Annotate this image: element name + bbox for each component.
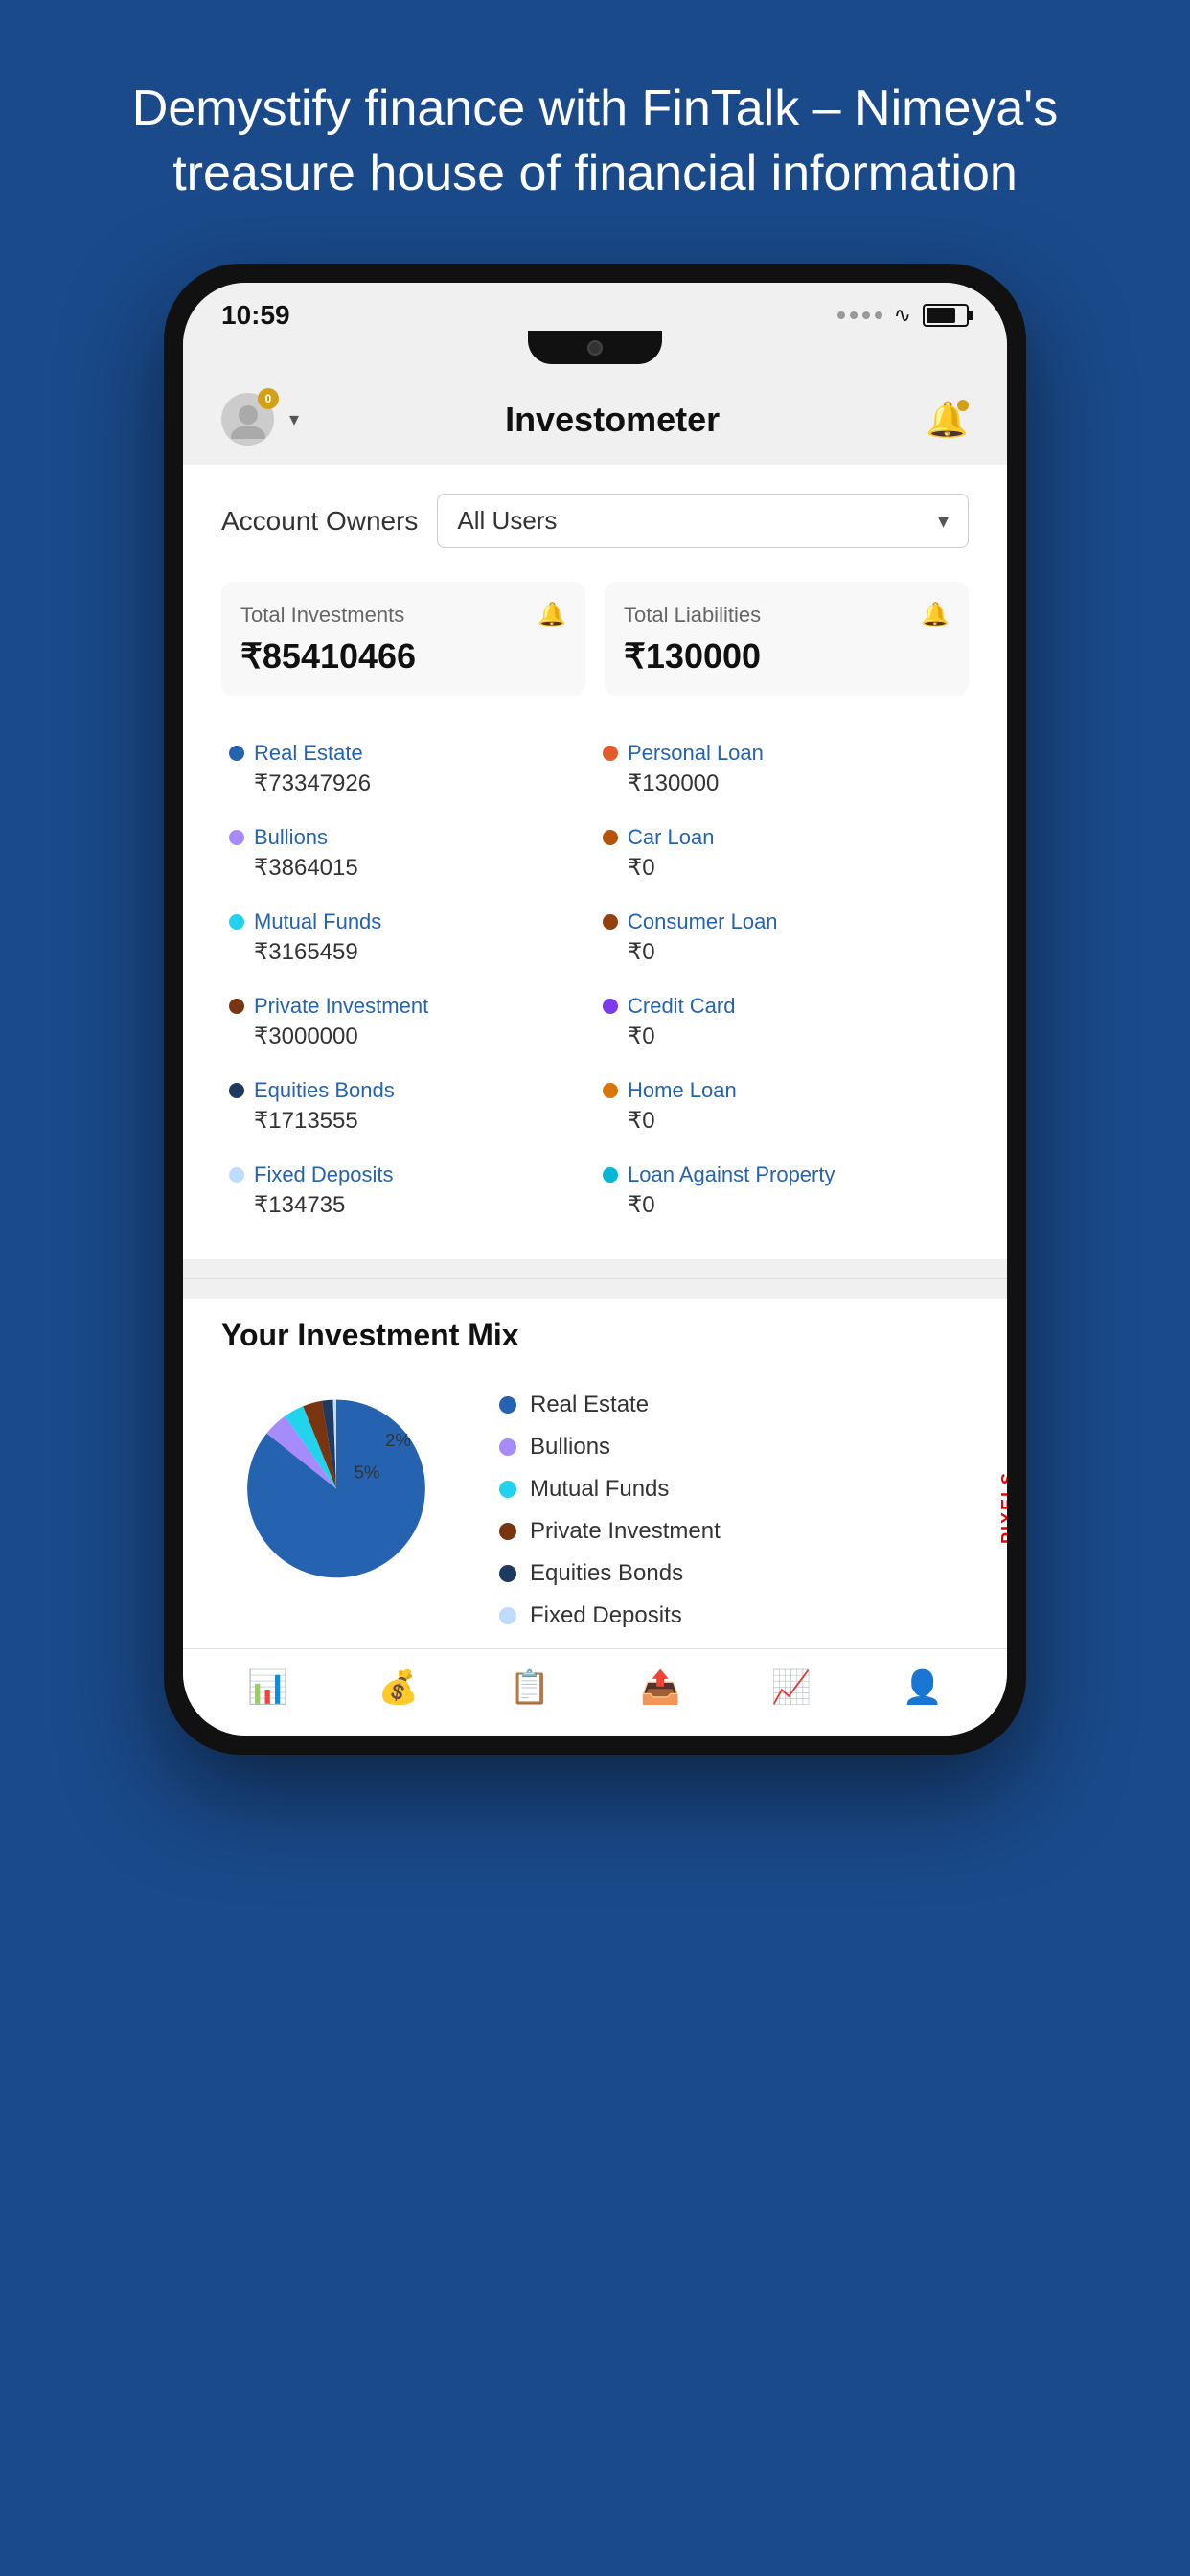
nav-item-upload[interactable]: 📤 — [640, 1668, 680, 1707]
legend-label: Real Estate — [530, 1392, 649, 1418]
legend-dot — [499, 1523, 516, 1540]
avatar[interactable]: 0 — [221, 393, 274, 446]
bottom-nav: 📊 💰 📋 📤 📈 👤 — [183, 1648, 1007, 1736]
legend-label: Mutual Funds — [530, 1476, 669, 1503]
analytics-nav-icon: 📈 — [771, 1668, 812, 1707]
investment-item[interactable]: Real Estate ₹73347926 — [221, 729, 595, 809]
chevron-down-icon[interactable]: ▾ — [289, 407, 299, 431]
investment-item[interactable]: Private Investment ₹3000000 — [221, 982, 595, 1062]
account-owners-row: Account Owners All Users ▾ — [221, 494, 969, 548]
status-time: 10:59 — [221, 300, 290, 331]
liability-item[interactable]: Home Loan ₹0 — [595, 1067, 969, 1146]
legend-container: Real Estate Bullions Mutual Funds Privat… — [499, 1382, 969, 1629]
legend-label: Fixed Deposits — [530, 1602, 682, 1629]
avatar-badge: 0 — [258, 388, 279, 409]
notification-dot — [957, 400, 969, 411]
totals-row: Total Investments 🔔 ₹85410466 Total Liab… — [221, 582, 969, 696]
liability-item[interactable]: Personal Loan ₹130000 — [595, 729, 969, 809]
nav-item-investments[interactable]: 💰 — [378, 1668, 419, 1707]
liability-item[interactable]: Credit Card ₹0 — [595, 982, 969, 1062]
legend-item: Fixed Deposits — [499, 1602, 969, 1629]
items-grid: Real Estate ₹73347926 Bullions ₹3864015 … — [221, 729, 969, 1230]
legend-label: Private Investment — [530, 1518, 721, 1545]
pie-chart: 2%5% — [221, 1382, 451, 1506]
investments-bell-icon[interactable]: 🔔 — [538, 601, 566, 629]
dropdown-arrow-icon: ▾ — [938, 509, 949, 534]
reports-nav-icon: 📋 — [509, 1668, 549, 1707]
section-divider — [183, 1278, 1007, 1279]
notification-bell-icon[interactable]: 🔔 — [926, 400, 969, 440]
phone-screen: 10:59 ∿ — [183, 283, 1007, 1736]
wifi-icon: ∿ — [894, 303, 911, 328]
svg-text:2%: 2% — [385, 1430, 411, 1450]
legend-dot — [499, 1396, 516, 1414]
nav-item-analytics[interactable]: 📈 — [771, 1668, 812, 1707]
header-left[interactable]: 0 ▾ — [221, 393, 299, 446]
nav-item-dashboard[interactable]: 📊 — [247, 1668, 287, 1707]
legend-item: Mutual Funds — [499, 1476, 969, 1503]
app-title: Investometer — [299, 400, 926, 440]
legend-dot — [499, 1481, 516, 1498]
camera — [587, 340, 603, 356]
investment-item[interactable]: Bullions ₹3864015 — [221, 814, 595, 893]
legend-dot — [499, 1565, 516, 1582]
legend-dot — [499, 1438, 516, 1456]
app-header: 0 ▾ Investometer 🔔 — [183, 374, 1007, 465]
investment-item[interactable]: Fixed Deposits ₹134735 — [221, 1151, 595, 1230]
total-investments-label: Total Investments — [240, 603, 404, 628]
investment-mix-title: Your Investment Mix — [221, 1318, 969, 1353]
battery-icon — [923, 304, 969, 327]
liabilities-bell-icon[interactable]: 🔔 — [921, 601, 950, 629]
status-bar: 10:59 ∿ — [183, 283, 1007, 331]
signal-icon — [837, 311, 882, 319]
nav-item-reports[interactable]: 📋 — [509, 1668, 549, 1707]
legend-dot — [499, 1607, 516, 1624]
liability-item[interactable]: Car Loan ₹0 — [595, 814, 969, 893]
legend-label: Equities Bonds — [530, 1560, 683, 1587]
legend-label: Bullions — [530, 1434, 610, 1460]
legend-item: Private Investment — [499, 1518, 969, 1545]
all-users-dropdown[interactable]: All Users ▾ — [437, 494, 969, 548]
total-liabilities-label: Total Liabilities — [624, 603, 761, 628]
notch — [183, 331, 1007, 374]
nav-item-profile[interactable]: 👤 — [902, 1668, 942, 1707]
account-owners-label: Account Owners — [221, 506, 418, 537]
profile-nav-icon: 👤 — [902, 1668, 942, 1707]
all-users-value: All Users — [457, 506, 557, 536]
investment-item[interactable]: Equities Bonds ₹1713555 — [221, 1067, 595, 1146]
main-content: Account Owners All Users ▾ Total Investm… — [183, 465, 1007, 1259]
pie-chart-container: 2%5% — [221, 1382, 470, 1511]
liabilities-column: Personal Loan ₹130000 Car Loan ₹0 Consum… — [595, 729, 969, 1230]
liability-item[interactable]: Loan Against Property ₹0 — [595, 1151, 969, 1230]
svg-text:5%: 5% — [355, 1461, 380, 1482]
legend-item: Equities Bonds — [499, 1560, 969, 1587]
total-investments-card: Total Investments 🔔 ₹85410466 — [221, 582, 585, 696]
investment-mix-section: Your Investment Mix 2%5% Real Estate Bul… — [183, 1299, 1007, 1648]
status-icons: ∿ — [837, 303, 969, 328]
mix-content: 2%5% Real Estate Bullions Mutual Funds P… — [221, 1382, 969, 1629]
investments-column: Real Estate ₹73347926 Bullions ₹3864015 … — [221, 729, 595, 1230]
investments-nav-icon: 💰 — [378, 1668, 419, 1707]
upload-nav-icon: 📤 — [640, 1668, 680, 1707]
dashboard-nav-icon: 📊 — [247, 1668, 287, 1707]
phone-device: 10:59 ∿ — [164, 264, 1026, 1755]
total-liabilities-value: ₹130000 — [624, 636, 950, 677]
total-liabilities-card: Total Liabilities 🔔 ₹130000 — [605, 582, 969, 696]
legend-item: Bullions — [499, 1434, 969, 1460]
watermark: PIXELS — [998, 1471, 1007, 1544]
liability-item[interactable]: Consumer Loan ₹0 — [595, 898, 969, 978]
app-tagline: Demystify finance with FinTalk – Nimeya'… — [0, 0, 1190, 264]
legend-item: Real Estate — [499, 1392, 969, 1418]
total-investments-value: ₹85410466 — [240, 636, 566, 677]
investment-item[interactable]: Mutual Funds ₹3165459 — [221, 898, 595, 978]
